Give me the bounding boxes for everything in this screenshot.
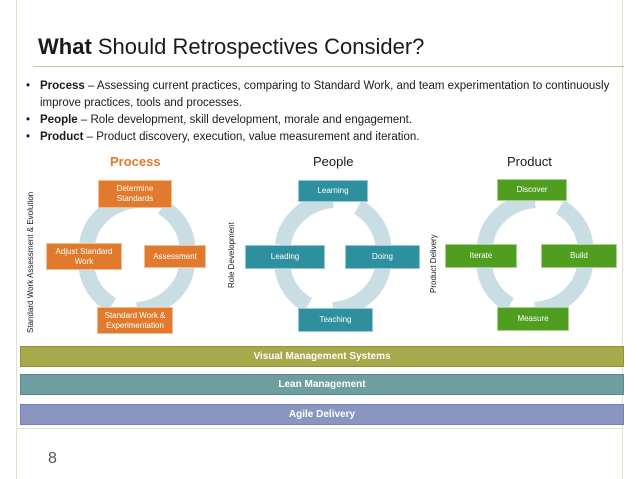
bullet-product: Product – Product discovery, execution, …	[22, 129, 612, 146]
lean-management-band: Lean Management	[20, 374, 624, 395]
left-border-line	[16, 0, 17, 479]
bullet-text: – Product discovery, execution, value me…	[83, 131, 420, 143]
bullet-text: – Assessing current practices, comparing…	[40, 80, 610, 109]
title-bold: What	[38, 34, 92, 59]
process-top-box: Determine Standards	[98, 180, 172, 208]
process-left-box: Adjust Standard Work	[46, 243, 122, 270]
title-divider	[34, 66, 624, 67]
process-bottom-box: Standard Work & Experimentation	[97, 307, 173, 334]
product-right-box: Build	[541, 244, 617, 268]
footer-divider	[16, 428, 623, 429]
bullet-text: – Role development, skill development, m…	[77, 114, 413, 126]
title-rest: Should Retrospectives Consider?	[91, 34, 425, 59]
product-top-box: Discover	[497, 179, 567, 201]
process-title: Process	[110, 154, 161, 169]
people-axis-label: Role Development	[227, 222, 236, 288]
bullet-term: Process	[40, 80, 85, 92]
product-bottom-box: Measure	[497, 307, 569, 331]
product-title: Product	[507, 154, 552, 169]
page-number: 8	[48, 450, 57, 467]
bullet-process: Process – Assessing current practices, c…	[22, 78, 612, 112]
visual-management-band: Visual Management Systems	[20, 346, 624, 367]
slide-title: What Should Retrospectives Consider?	[38, 34, 424, 60]
bullet-list: Process – Assessing current practices, c…	[22, 78, 612, 146]
bullet-term: People	[40, 114, 78, 126]
bullet-people: People – Role development, skill develop…	[22, 112, 612, 129]
process-axis-label: Standard Work Assessment & Evolution	[26, 191, 35, 333]
people-top-box: Learning	[298, 180, 368, 202]
people-right-box: Doing	[345, 245, 420, 269]
people-left-box: Leading	[245, 245, 325, 269]
product-axis-label: Product Delivery	[429, 234, 438, 293]
product-left-box: Iterate	[445, 244, 517, 268]
people-bottom-box: Teaching	[298, 308, 373, 332]
slide: What Should Retrospectives Consider? Pro…	[0, 0, 638, 479]
process-right-box: Assessment	[144, 245, 206, 268]
bullet-term: Product	[40, 131, 84, 143]
people-title: People	[313, 154, 354, 169]
agile-delivery-band: Agile Delivery	[20, 404, 624, 425]
